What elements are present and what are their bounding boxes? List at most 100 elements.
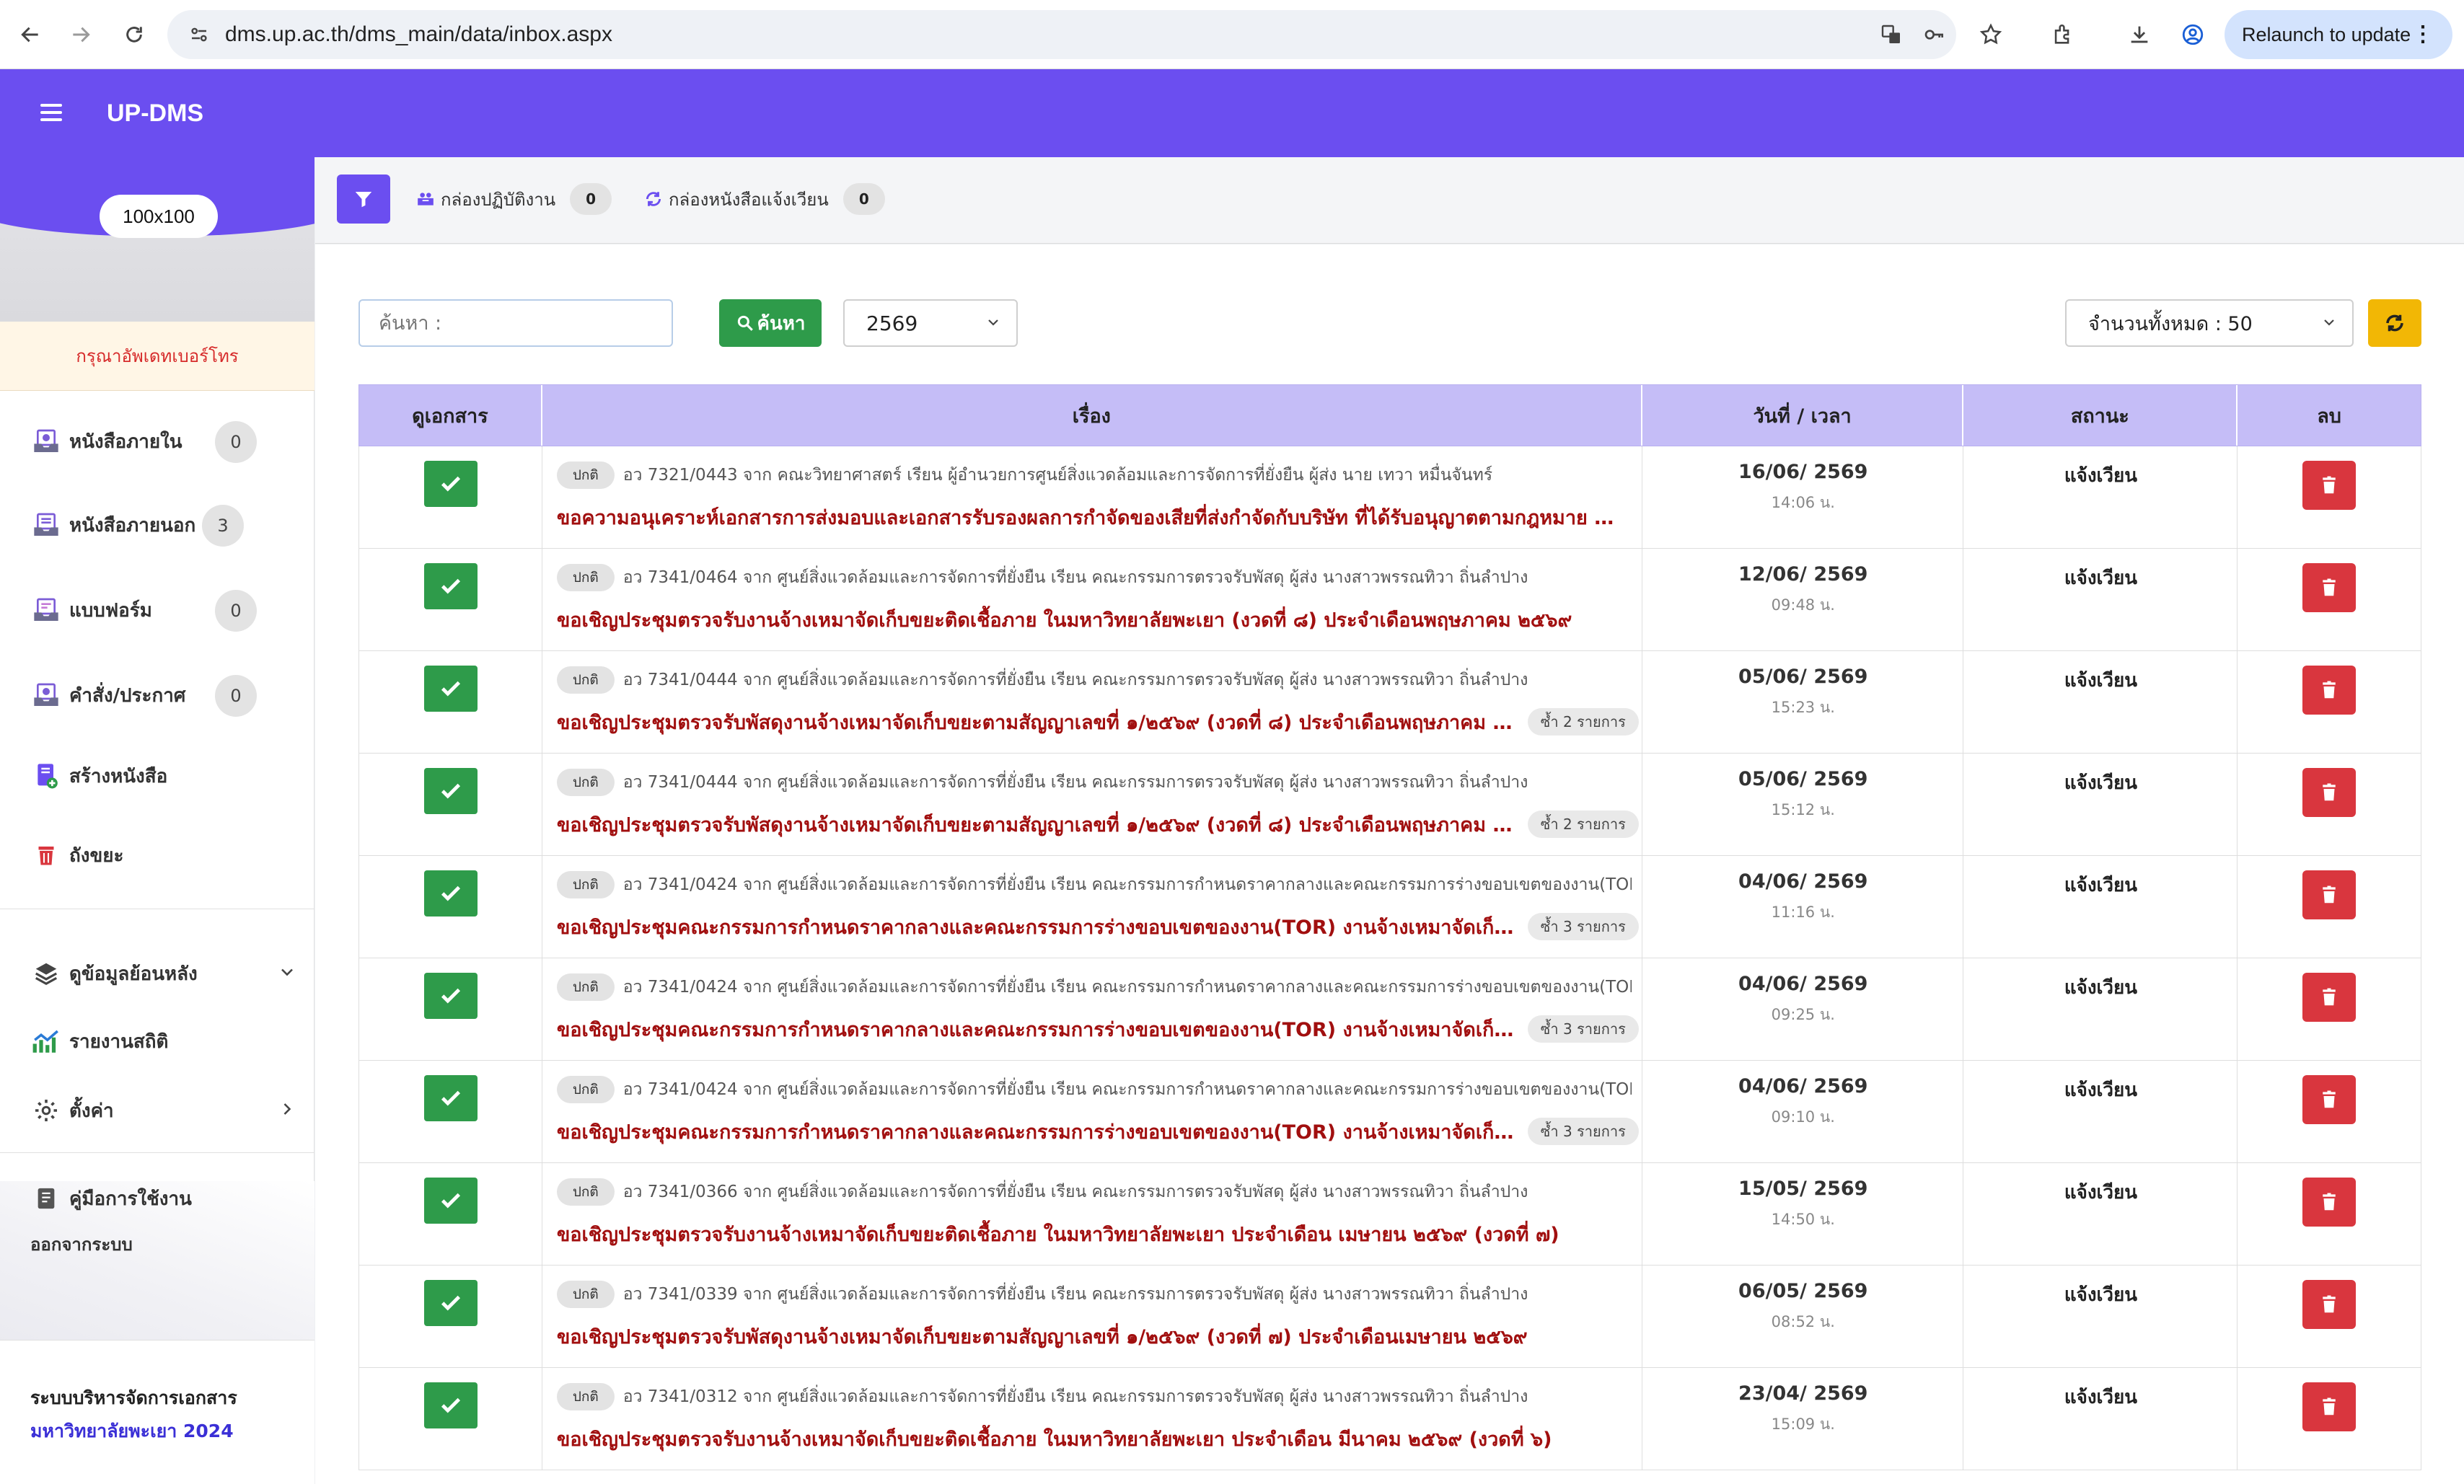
address-bar[interactable]: dms.up.ac.th/dms_main/data/inbox.aspx [167, 10, 1956, 59]
trash-icon [2323, 1295, 2336, 1313]
document-subject-line[interactable]: ขอเชิญประชุมคณะกรรมการกำหนดราคากลางและคณ… [557, 911, 1639, 942]
sidebar-item-internal-docs[interactable]: หนังสือภายใน 0 [29, 420, 289, 463]
document-subject[interactable]: ขอเชิญประชุมตรวจรับพัสดุงานจ้างเหมาจัดเก… [557, 707, 1518, 738]
document-subject[interactable]: ขอเชิญประชุมตรวจรับพัสดุงานจ้างเหมาจัดเก… [557, 809, 1518, 840]
delete-button[interactable] [2302, 461, 2357, 510]
profile-icon[interactable] [2177, 19, 2209, 50]
document-subject[interactable]: ขอเชิญประชุมตรวจรับงานจ้างเหมาจัดเก็บขยะ… [557, 1219, 1559, 1250]
document-subject[interactable]: ขอเชิญประชุมคณะกรรมการกำหนดราคากลางและคณ… [557, 1014, 1518, 1045]
delete-button[interactable] [2302, 973, 2357, 1022]
document-subject-line[interactable]: ขอเชิญประชุมตรวจรับพัสดุงานจ้างเหมาจัดเก… [557, 808, 1639, 840]
extensions-icon[interactable] [2047, 19, 2079, 50]
sidebar-item-trash[interactable]: ถังขยะ [29, 834, 289, 877]
view-document-button[interactable] [424, 1280, 478, 1326]
sidebar-item-external-docs[interactable]: หนังสือภายนอก 3 [29, 503, 289, 547]
document-subject[interactable]: ขอเชิญประชุมคณะกรรมการกำหนดราคากลางและคณ… [557, 911, 1518, 942]
view-document-button[interactable] [424, 1178, 478, 1224]
delete-button[interactable] [2302, 1178, 2357, 1227]
inbox-doc-icon [29, 424, 63, 459]
view-document-button[interactable] [424, 666, 478, 712]
sidebar-item-announcements[interactable]: คำสั่ง/ประกาศ 0 [29, 673, 289, 717]
avatar[interactable]: 100x100 [100, 195, 218, 238]
document-subject[interactable]: ขอเชิญประชุมตรวจรับงานจ้างเหมาจัดเก็บขยะ… [557, 1423, 1552, 1454]
trash-icon [29, 838, 63, 873]
duplicate-badge: ซ้ำ 3 รายการ [1527, 913, 1639, 940]
forward-icon[interactable] [62, 16, 100, 53]
document-subject-line[interactable]: ขอเชิญประชุมตรวจรับพัสดุงานจ้างเหมาจัดเก… [557, 706, 1639, 738]
back-icon[interactable] [12, 16, 49, 53]
site-info-icon[interactable] [185, 20, 214, 49]
tab-work-box[interactable]: กล่องปฏิบัติงาน 0 [415, 182, 612, 216]
sidebar-item-forms[interactable]: แบบฟอร์ม 0 [29, 588, 289, 632]
year-select[interactable]: 2569 [843, 299, 1018, 347]
view-document-button[interactable] [424, 461, 478, 507]
view-document-button[interactable] [424, 1075, 478, 1121]
sidebar-item-label: คำสั่ง/ประกาศ [69, 684, 186, 707]
table-row: ปกติ อว 7341/0424 จาก ศูนย์สิ่งแวดล้อมแล… [358, 958, 2421, 1061]
sidebar-item-create-doc[interactable]: สร้างหนังสือ [29, 754, 289, 798]
chevron-down-icon[interactable] [277, 962, 297, 985]
trash-icon [2323, 1090, 2336, 1108]
search-icon [737, 315, 753, 331]
delete-button[interactable] [2302, 563, 2357, 612]
document-subject[interactable]: ขอเชิญประชุมตรวจรับงานจ้างเหมาจัดเก็บขยะ… [557, 604, 1572, 635]
delete-button[interactable] [2302, 1075, 2357, 1124]
column-header: ดูเอกสาร [359, 385, 542, 446]
document-subject-line[interactable]: ขอเชิญประชุมตรวจรับพัสดุงานจ้างเหมาจัดเก… [557, 1320, 1639, 1352]
create-doc-icon [29, 759, 63, 793]
reload-icon[interactable] [115, 16, 153, 53]
refresh-button[interactable] [2368, 299, 2421, 347]
sidebar-item-history[interactable]: ดูข้อมูลย้อนหลัง [29, 952, 293, 995]
document-subject[interactable]: ขอความอนุเคราะห์เอกสารการส่งมอบและเอกสาร… [557, 502, 1617, 533]
document-time: 09:48 น. [1771, 596, 1835, 614]
view-document-button[interactable] [424, 1382, 478, 1428]
sidebar-item-settings[interactable]: ตั้งค่า [29, 1089, 291, 1132]
document-subject-line[interactable]: ขอเชิญประชุมคณะกรรมการกำหนดราคากลางและคณ… [557, 1116, 1639, 1147]
password-key-icon[interactable] [1920, 20, 1949, 49]
sidebar-item-statistics[interactable]: รายงานสถิติ [29, 1020, 289, 1063]
relaunch-button[interactable]: Relaunch to update ⋮ [2225, 10, 2452, 59]
search-button[interactable]: ค้นหา [719, 299, 822, 347]
delete-button[interactable] [2302, 870, 2357, 919]
column-header: เรื่อง [542, 385, 1642, 446]
delete-button[interactable] [2302, 1382, 2357, 1431]
filter-button[interactable] [337, 175, 390, 224]
page-size-select[interactable]: จำนวนทั้งหมด : 50 [2065, 299, 2354, 347]
inbox-table: ดูเอกสาร เรื่อง วันที่ / เวลา สถานะ ลบ ป… [358, 384, 2421, 1470]
footer-system-name: ระบบบริหารจัดการเอกสาร [30, 1387, 237, 1408]
view-document-button[interactable] [424, 768, 478, 814]
circular-box-count: 0 [842, 183, 885, 215]
bookmark-star-icon[interactable] [1975, 19, 2007, 50]
download-icon[interactable] [2124, 19, 2155, 50]
duplicate-badge: ซ้ำ 3 รายการ [1527, 1118, 1639, 1145]
document-subject[interactable]: ขอเชิญประชุมคณะกรรมการกำหนดราคากลางและคณ… [557, 1116, 1518, 1147]
delete-button[interactable] [2302, 768, 2357, 817]
priority-badge: ปกติ [556, 973, 615, 1001]
update-phone-link[interactable]: กรุณาอัพเดทเบอร์โทร [0, 322, 314, 391]
logout-link[interactable]: ออกจากระบบ [30, 1230, 133, 1258]
document-subject-line[interactable]: ขอความอนุเคราะห์เอกสารการส่งมอบและเอกสาร… [557, 501, 1639, 533]
document-subject-line[interactable]: ขอเชิญประชุมตรวจรับงานจ้างเหมาจัดเก็บขยะ… [557, 604, 1639, 635]
more-menu-icon[interactable]: ⋮ [2412, 22, 2434, 47]
trash-icon [2323, 578, 2336, 596]
hamburger-menu-icon[interactable] [40, 104, 62, 125]
view-document-button[interactable] [424, 870, 478, 917]
document-subject[interactable]: ขอเชิญประชุมตรวจรับพัสดุงานจ้างเหมาจัดเก… [557, 1321, 1528, 1352]
document-subject-line[interactable]: ขอเชิญประชุมตรวจรับงานจ้างเหมาจัดเก็บขยะ… [557, 1423, 1639, 1454]
translate-icon[interactable] [1877, 20, 1906, 49]
priority-badge: ปกติ [556, 1281, 615, 1308]
document-subject-line[interactable]: ขอเชิญประชุมตรวจรับงานจ้างเหมาจัดเก็บขยะ… [557, 1218, 1639, 1250]
view-document-button[interactable] [424, 563, 478, 609]
document-subject-line[interactable]: ขอเชิญประชุมคณะกรรมการกำหนดราคากลางและคณ… [557, 1013, 1639, 1045]
delete-button[interactable] [2302, 666, 2357, 715]
tab-circular-box[interactable]: กล่องหนังสือแจ้งเวียน 0 [643, 182, 885, 216]
chevron-right-icon[interactable] [277, 1099, 297, 1122]
delete-button[interactable] [2302, 1280, 2357, 1329]
url-text[interactable]: dms.up.ac.th/dms_main/data/inbox.aspx [225, 10, 612, 59]
outside-doc-icon [29, 508, 63, 542]
search-input[interactable] [358, 299, 673, 347]
view-document-button[interactable] [424, 973, 478, 1019]
sidebar-item-manual[interactable]: คู่มือการใช้งาน [29, 1177, 289, 1220]
status-text: แจ้งเวียน [2064, 1284, 2138, 1306]
users-box-icon [415, 188, 436, 210]
